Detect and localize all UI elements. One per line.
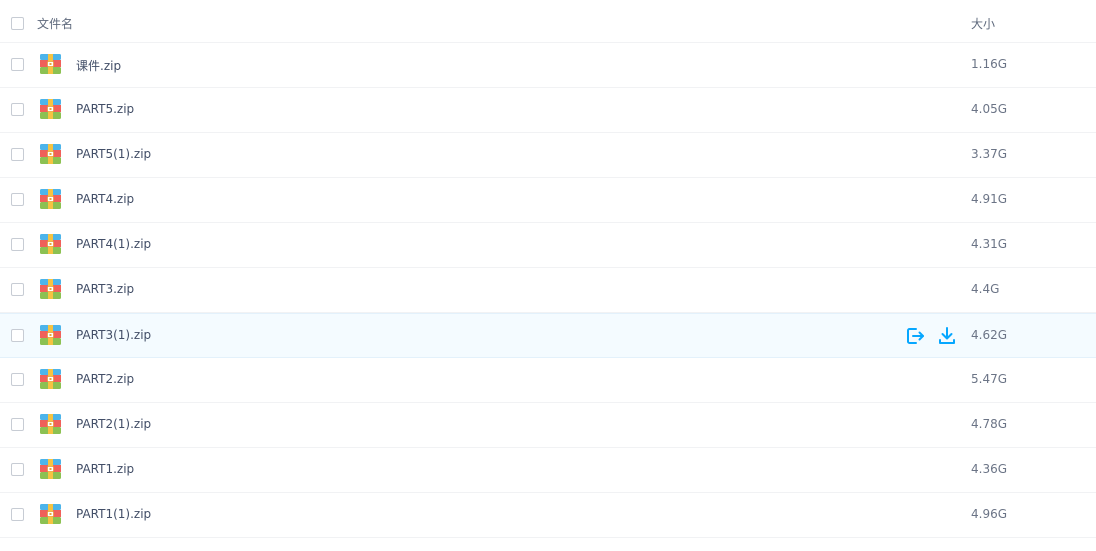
file-row[interactable]: PART2.zip 5.47G bbox=[0, 358, 1096, 403]
zip-archive-icon bbox=[40, 504, 61, 524]
zip-archive-icon bbox=[40, 99, 61, 119]
zip-archive-icon bbox=[40, 369, 61, 389]
file-size: 3.37G bbox=[971, 147, 1008, 161]
row-checkbox[interactable] bbox=[11, 148, 24, 161]
file-name[interactable]: PART5(1).zip bbox=[76, 147, 151, 161]
file-row[interactable]: PART4.zip 4.91G bbox=[0, 178, 1096, 223]
row-checkbox[interactable] bbox=[11, 193, 24, 206]
file-name[interactable]: PART2.zip bbox=[76, 372, 134, 386]
zip-archive-icon bbox=[40, 459, 61, 479]
file-row[interactable]: PART3(1).zip 4.62G bbox=[0, 313, 1096, 358]
file-size: 5.47G bbox=[971, 372, 1008, 386]
zip-archive-icon bbox=[40, 279, 61, 299]
file-row[interactable]: 课件.zip 1.16G bbox=[0, 43, 1096, 88]
file-name[interactable]: PART4(1).zip bbox=[76, 237, 151, 251]
file-row[interactable]: PART5.zip 4.05G bbox=[0, 88, 1096, 133]
file-size: 1.16G bbox=[971, 57, 1008, 71]
file-size: 4.62G bbox=[971, 328, 1008, 342]
file-name[interactable]: PART4.zip bbox=[76, 192, 134, 206]
share-export-icon[interactable] bbox=[905, 326, 925, 346]
file-size: 4.91G bbox=[971, 192, 1008, 206]
download-icon[interactable] bbox=[937, 326, 957, 346]
file-size: 4.31G bbox=[971, 237, 1008, 251]
zip-archive-icon bbox=[40, 325, 61, 345]
file-size: 4.4G bbox=[971, 282, 1000, 296]
file-list-header: 文件名 大小 bbox=[0, 0, 1096, 43]
row-checkbox[interactable] bbox=[11, 463, 24, 476]
file-name[interactable]: PART5.zip bbox=[76, 102, 134, 116]
file-size: 4.05G bbox=[971, 102, 1008, 116]
file-row[interactable]: PART1(1).zip 4.96G bbox=[0, 493, 1096, 538]
file-row[interactable]: PART5(1).zip 3.37G bbox=[0, 133, 1096, 178]
file-size: 4.96G bbox=[971, 507, 1008, 521]
zip-archive-icon bbox=[40, 144, 61, 164]
file-name[interactable]: 课件.zip bbox=[76, 57, 121, 74]
row-checkbox[interactable] bbox=[11, 58, 24, 71]
zip-archive-icon bbox=[40, 54, 61, 74]
row-checkbox[interactable] bbox=[11, 418, 24, 431]
row-checkbox[interactable] bbox=[11, 373, 24, 386]
row-checkbox[interactable] bbox=[11, 103, 24, 116]
zip-archive-icon bbox=[40, 414, 61, 434]
row-checkbox[interactable] bbox=[11, 508, 24, 521]
file-name[interactable]: PART1(1).zip bbox=[76, 507, 151, 521]
file-size: 4.78G bbox=[971, 417, 1008, 431]
row-checkbox[interactable] bbox=[11, 238, 24, 251]
file-size: 4.36G bbox=[971, 462, 1008, 476]
file-name[interactable]: PART1.zip bbox=[76, 462, 134, 476]
row-checkbox[interactable] bbox=[11, 329, 24, 342]
file-row[interactable]: PART1.zip 4.36G bbox=[0, 448, 1096, 493]
column-header-name[interactable]: 文件名 bbox=[37, 15, 73, 32]
file-row[interactable]: PART2(1).zip 4.78G bbox=[0, 403, 1096, 448]
zip-archive-icon bbox=[40, 189, 61, 209]
file-name[interactable]: PART3.zip bbox=[76, 282, 134, 296]
file-list: 文件名 大小 课件.zip 1.16G PART5.zip 4.05G PART… bbox=[0, 0, 1096, 538]
zip-archive-icon bbox=[40, 234, 61, 254]
file-name[interactable]: PART3(1).zip bbox=[76, 328, 151, 342]
file-row[interactable]: PART4(1).zip 4.31G bbox=[0, 223, 1096, 268]
column-header-size[interactable]: 大小 bbox=[971, 15, 995, 32]
file-rows: 课件.zip 1.16G PART5.zip 4.05G PART5(1).zi… bbox=[0, 43, 1096, 538]
select-all-checkbox[interactable] bbox=[11, 17, 24, 30]
file-row[interactable]: PART3.zip 4.4G bbox=[0, 268, 1096, 313]
row-checkbox[interactable] bbox=[11, 283, 24, 296]
file-name[interactable]: PART2(1).zip bbox=[76, 417, 151, 431]
